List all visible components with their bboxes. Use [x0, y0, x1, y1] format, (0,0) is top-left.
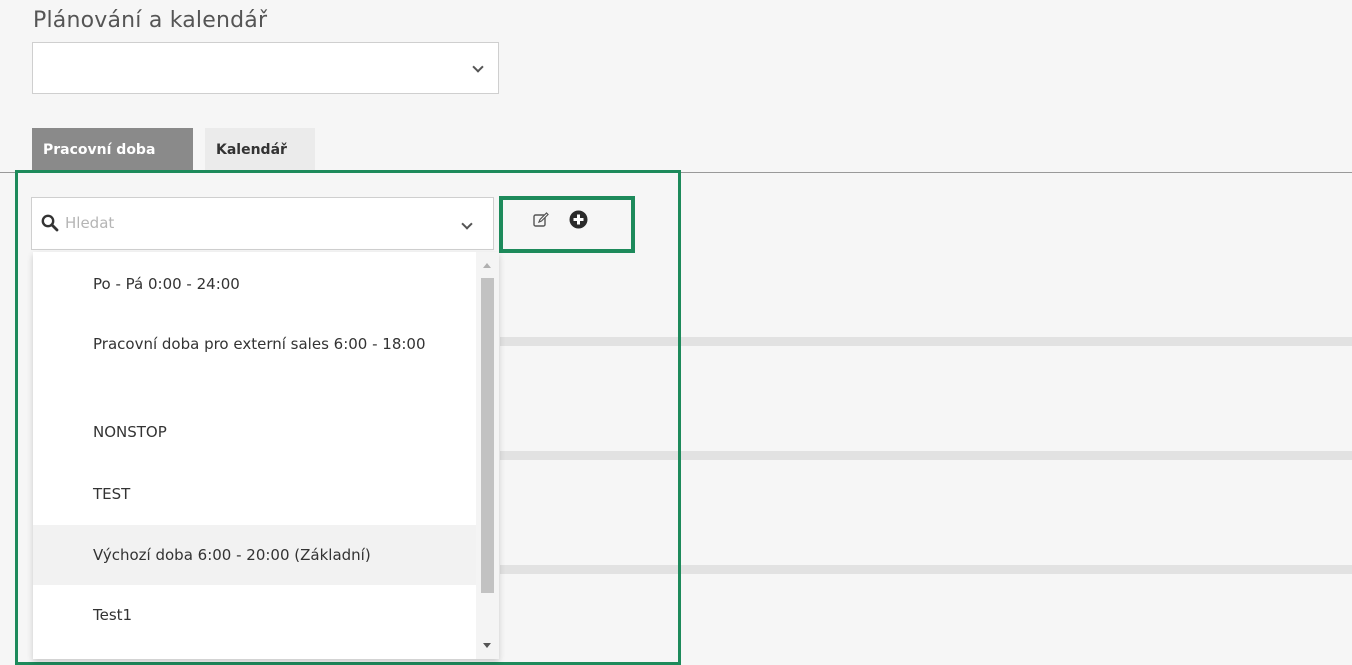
search-icon — [41, 214, 59, 232]
chevron-down-icon — [472, 61, 484, 73]
tab-divider — [680, 172, 1352, 173]
search-select[interactable]: Hledat — [31, 197, 494, 250]
chevron-down-icon — [461, 218, 473, 230]
scroll-down-icon[interactable] — [483, 643, 491, 648]
page-title: Plánování a kalendář — [33, 8, 268, 33]
scroll-up-icon[interactable] — [483, 263, 491, 268]
list-item[interactable]: Pracovní doba pro externí sales 6:00 - 1… — [33, 332, 476, 357]
plus-circle-icon[interactable] — [569, 210, 588, 229]
scroll-thumb[interactable] — [481, 278, 494, 593]
scrollbar[interactable] — [476, 252, 499, 659]
edit-icon[interactable] — [533, 212, 549, 228]
list-item[interactable]: Test1 — [33, 603, 476, 628]
tab-pracovni-doba[interactable]: Pracovní doba — [32, 128, 193, 173]
list-item[interactable]: TEST — [33, 482, 476, 507]
tab-kalendar[interactable]: Kalendář — [205, 128, 315, 173]
list-item[interactable]: Po - Pá 0:00 - 24:00 — [33, 272, 476, 297]
dropdown-list: Po - Pá 0:00 - 24:00 Pracovní doba pro e… — [33, 252, 499, 659]
list-item-highlighted[interactable]: Výchozí doba 6:00 - 20:00 (Základní) — [33, 525, 476, 585]
highlight-frame-toolbar — [499, 196, 635, 253]
top-select[interactable] — [32, 42, 499, 94]
search-input[interactable]: Hledat — [65, 214, 114, 232]
list-item[interactable]: NONSTOP — [33, 420, 476, 445]
tab-divider-left — [0, 172, 16, 173]
